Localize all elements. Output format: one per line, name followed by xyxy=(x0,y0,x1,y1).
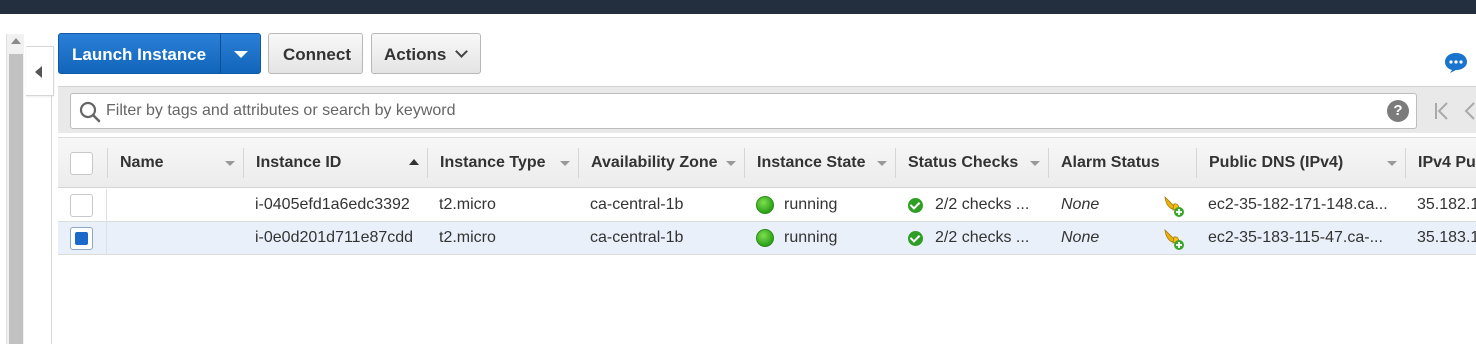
column-header-instance-id[interactable]: Instance ID xyxy=(243,138,427,188)
launch-options-dropdown-icon[interactable] xyxy=(234,51,248,58)
cell-public-dns: ec2-35-182-171-148.ca... xyxy=(1208,196,1388,213)
column-separator xyxy=(578,148,579,178)
running-status-icon xyxy=(756,229,774,247)
cell-instance-state: running xyxy=(784,196,838,213)
collapse-panel-icon xyxy=(35,66,42,78)
column-separator xyxy=(427,148,428,178)
column-header-label: Instance State xyxy=(757,154,866,171)
filter-bar: ? xyxy=(58,86,1476,133)
collapse-panel-button[interactable] xyxy=(26,46,54,96)
column-separator xyxy=(744,148,745,178)
table-header: Name Instance ID Instance Type Availabil… xyxy=(58,137,1476,188)
cell-instance-type: t2.micro xyxy=(439,229,496,246)
sort-icon xyxy=(1030,161,1040,166)
cell-availability-zone: ca-central-1b xyxy=(590,196,684,213)
search-icon xyxy=(79,101,101,123)
launch-instance-label: Launch Instance xyxy=(72,45,207,64)
sort-ascending-icon xyxy=(409,159,419,165)
chat-icon[interactable] xyxy=(1444,52,1468,74)
connect-label: Connect xyxy=(283,45,351,64)
alarm-add-icon[interactable] xyxy=(1162,194,1186,218)
scroll-up-icon[interactable] xyxy=(11,38,21,44)
button-divider xyxy=(220,34,221,73)
column-header-label: IPv4 Pu xyxy=(1418,154,1476,171)
search-box[interactable]: ? xyxy=(70,93,1417,129)
column-header-label: Public DNS (IPv4) xyxy=(1209,154,1344,171)
column-header-ipv4-public[interactable]: IPv4 Pu xyxy=(1405,138,1476,188)
cell-alarm-status: None xyxy=(1061,229,1100,246)
actions-label: Actions xyxy=(384,45,447,64)
check-ok-icon xyxy=(908,198,923,213)
column-header-label: Instance ID xyxy=(256,154,342,171)
cell-name xyxy=(120,189,240,221)
console-top-bar xyxy=(0,0,1476,14)
sort-icon xyxy=(877,161,887,166)
help-icon[interactable]: ? xyxy=(1387,100,1409,122)
column-separator xyxy=(1196,148,1197,178)
cell-alarm-status: None xyxy=(1061,196,1100,213)
column-header-label: Name xyxy=(120,154,164,171)
cell-instance-state: running xyxy=(784,229,838,246)
select-all-checkbox[interactable] xyxy=(70,152,93,175)
column-header-label: Availability Zone xyxy=(591,154,718,171)
column-header-name[interactable]: Name xyxy=(107,138,243,188)
column-header-availability-zone[interactable]: Availability Zone xyxy=(578,138,744,188)
column-header-instance-state[interactable]: Instance State xyxy=(744,138,895,188)
cell-ipv4-public: 35.182.1 xyxy=(1417,196,1476,213)
column-separator xyxy=(895,148,896,178)
column-header-status-checks[interactable]: Status Checks xyxy=(895,138,1048,188)
column-separator xyxy=(107,148,108,178)
column-header-instance-type[interactable]: Instance Type xyxy=(427,138,578,188)
cell-availability-zone: ca-central-1b xyxy=(590,229,684,246)
table-row[interactable]: i-0405efd1a6edc3392 t2.micro ca-central-… xyxy=(58,189,1476,222)
check-ok-icon xyxy=(908,231,923,246)
column-separator xyxy=(106,222,107,254)
launch-instance-button[interactable]: Launch Instance xyxy=(58,33,261,74)
column-header-label: Alarm Status xyxy=(1061,154,1160,171)
connect-button[interactable]: Connect xyxy=(268,33,363,74)
column-header-label: Instance Type xyxy=(440,154,546,171)
prev-page-icon[interactable] xyxy=(1462,102,1476,120)
chevron-down-icon xyxy=(455,45,468,58)
cell-status-checks[interactable]: 2/2 checks ... xyxy=(935,189,1045,221)
first-page-icon[interactable] xyxy=(1434,102,1450,120)
table-row[interactable]: i-0e0d201d711e87cdd t2.micro ca-central-… xyxy=(58,222,1476,255)
column-separator xyxy=(243,148,244,178)
actions-button[interactable]: Actions xyxy=(371,33,481,74)
sort-icon xyxy=(560,161,570,166)
row-checkbox[interactable] xyxy=(70,194,93,217)
sort-icon xyxy=(225,161,235,166)
sort-icon xyxy=(726,161,736,166)
column-header-alarm-status[interactable]: Alarm Status xyxy=(1048,138,1196,188)
cell-instance-id: i-0e0d201d711e87cdd xyxy=(255,229,414,246)
column-separator xyxy=(106,189,107,221)
search-input[interactable] xyxy=(106,94,1376,128)
column-separator xyxy=(1048,148,1049,178)
scrollbar-thumb[interactable] xyxy=(9,54,23,344)
column-header-public-dns[interactable]: Public DNS (IPv4) xyxy=(1196,138,1405,188)
cell-instance-type: t2.micro xyxy=(439,196,496,213)
cell-public-dns: ec2-35-183-115-47.ca-... xyxy=(1208,229,1383,246)
cell-instance-id: i-0405efd1a6edc3392 xyxy=(255,196,410,213)
column-header-label: Status Checks xyxy=(908,154,1019,171)
cell-ipv4-public: 35.183.1 xyxy=(1417,229,1476,246)
sort-icon xyxy=(1387,161,1397,166)
cell-name xyxy=(120,222,240,254)
running-status-icon xyxy=(756,196,774,214)
cell-status-checks[interactable]: 2/2 checks ... xyxy=(935,222,1045,254)
panel-divider xyxy=(51,96,52,344)
vertical-scrollbar[interactable] xyxy=(6,34,24,344)
row-checkbox[interactable] xyxy=(70,227,93,250)
column-separator xyxy=(1405,148,1406,178)
alarm-add-icon[interactable] xyxy=(1162,227,1186,251)
